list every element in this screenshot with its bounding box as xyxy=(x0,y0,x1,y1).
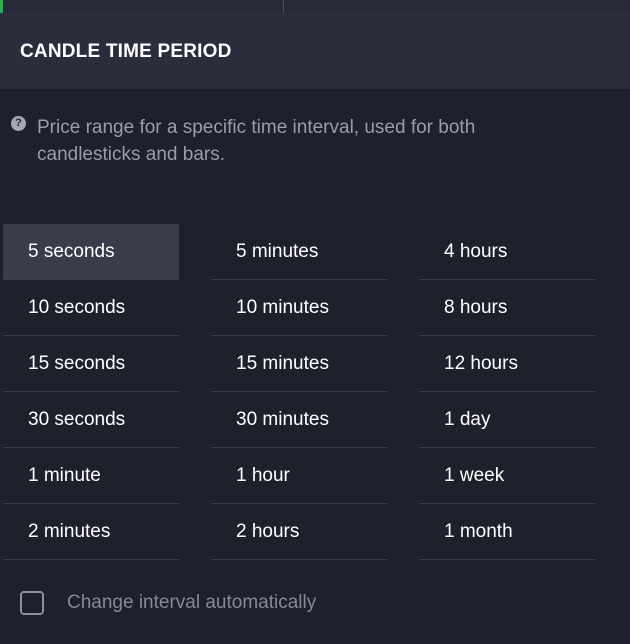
period-option-8-hours[interactable]: 8 hours xyxy=(419,280,595,336)
period-option-1-month[interactable]: 1 month xyxy=(419,504,595,560)
top-tab-strip xyxy=(0,0,630,13)
period-option-label: 4 hours xyxy=(444,241,508,262)
period-option-1-week[interactable]: 1 week xyxy=(419,448,595,504)
auto-interval-option[interactable]: Change interval automatically xyxy=(20,591,316,615)
period-option-label: 30 seconds xyxy=(28,409,126,430)
period-option-2-hours[interactable]: 2 hours xyxy=(211,504,387,560)
period-option-30-minutes[interactable]: 30 minutes xyxy=(211,392,387,448)
period-option-label: 2 hours xyxy=(236,521,300,542)
period-option-1-minute[interactable]: 1 minute xyxy=(3,448,179,504)
period-option-label: 1 day xyxy=(444,409,491,430)
period-option-label: 10 seconds xyxy=(28,297,126,318)
period-option-4-hours[interactable]: 4 hours xyxy=(419,224,595,280)
period-option-10-seconds[interactable]: 10 seconds xyxy=(3,280,179,336)
auto-interval-label[interactable]: Change interval automatically xyxy=(67,592,316,614)
period-option-label: 1 minute xyxy=(28,465,101,486)
period-option-label: 30 minutes xyxy=(236,409,329,430)
period-option-30-seconds[interactable]: 30 seconds xyxy=(3,392,179,448)
panel-title: CANDLE TIME PERIOD xyxy=(20,41,232,62)
period-option-label: 5 seconds xyxy=(28,241,115,262)
period-option-label: 10 minutes xyxy=(236,297,329,318)
panel-header: CANDLE TIME PERIOD xyxy=(0,13,630,89)
active-tab-indicator xyxy=(0,0,3,13)
help-circle-icon[interactable]: ? xyxy=(11,116,26,131)
period-option-5-minutes[interactable]: 5 minutes xyxy=(211,224,387,280)
period-option-10-minutes[interactable]: 10 minutes xyxy=(211,280,387,336)
period-option-label: 5 minutes xyxy=(236,241,319,262)
period-option-12-hours[interactable]: 12 hours xyxy=(419,336,595,392)
period-option-2-minutes[interactable]: 2 minutes xyxy=(3,504,179,560)
period-option-15-seconds[interactable]: 15 seconds xyxy=(3,336,179,392)
period-option-15-minutes[interactable]: 15 minutes xyxy=(211,336,387,392)
candle-time-period-panel: CANDLE TIME PERIOD ? Price range for a s… xyxy=(0,0,630,644)
period-option-1-day[interactable]: 1 day xyxy=(419,392,595,448)
period-option-label: 8 hours xyxy=(444,297,508,318)
period-option-label: 15 minutes xyxy=(236,353,329,374)
period-grid: 5 seconds 5 minutes 4 hours 10 seconds 10 mi… xyxy=(3,224,595,560)
period-option-label: 1 month xyxy=(444,521,513,542)
auto-interval-checkbox[interactable] xyxy=(20,591,44,615)
tab-divider xyxy=(283,0,284,13)
period-option-label: 1 week xyxy=(444,465,505,486)
period-option-1-hour[interactable]: 1 hour xyxy=(211,448,387,504)
period-option-label: 1 hour xyxy=(236,465,290,486)
period-option-label: 15 seconds xyxy=(28,353,126,374)
help-description: ? Price range for a specific time interv… xyxy=(11,114,557,168)
period-option-label: 12 hours xyxy=(444,353,518,374)
period-option-5-seconds[interactable]: 5 seconds xyxy=(3,224,179,280)
help-text: Price range for a specific time interval… xyxy=(37,117,476,165)
period-option-label: 2 minutes xyxy=(28,521,111,542)
